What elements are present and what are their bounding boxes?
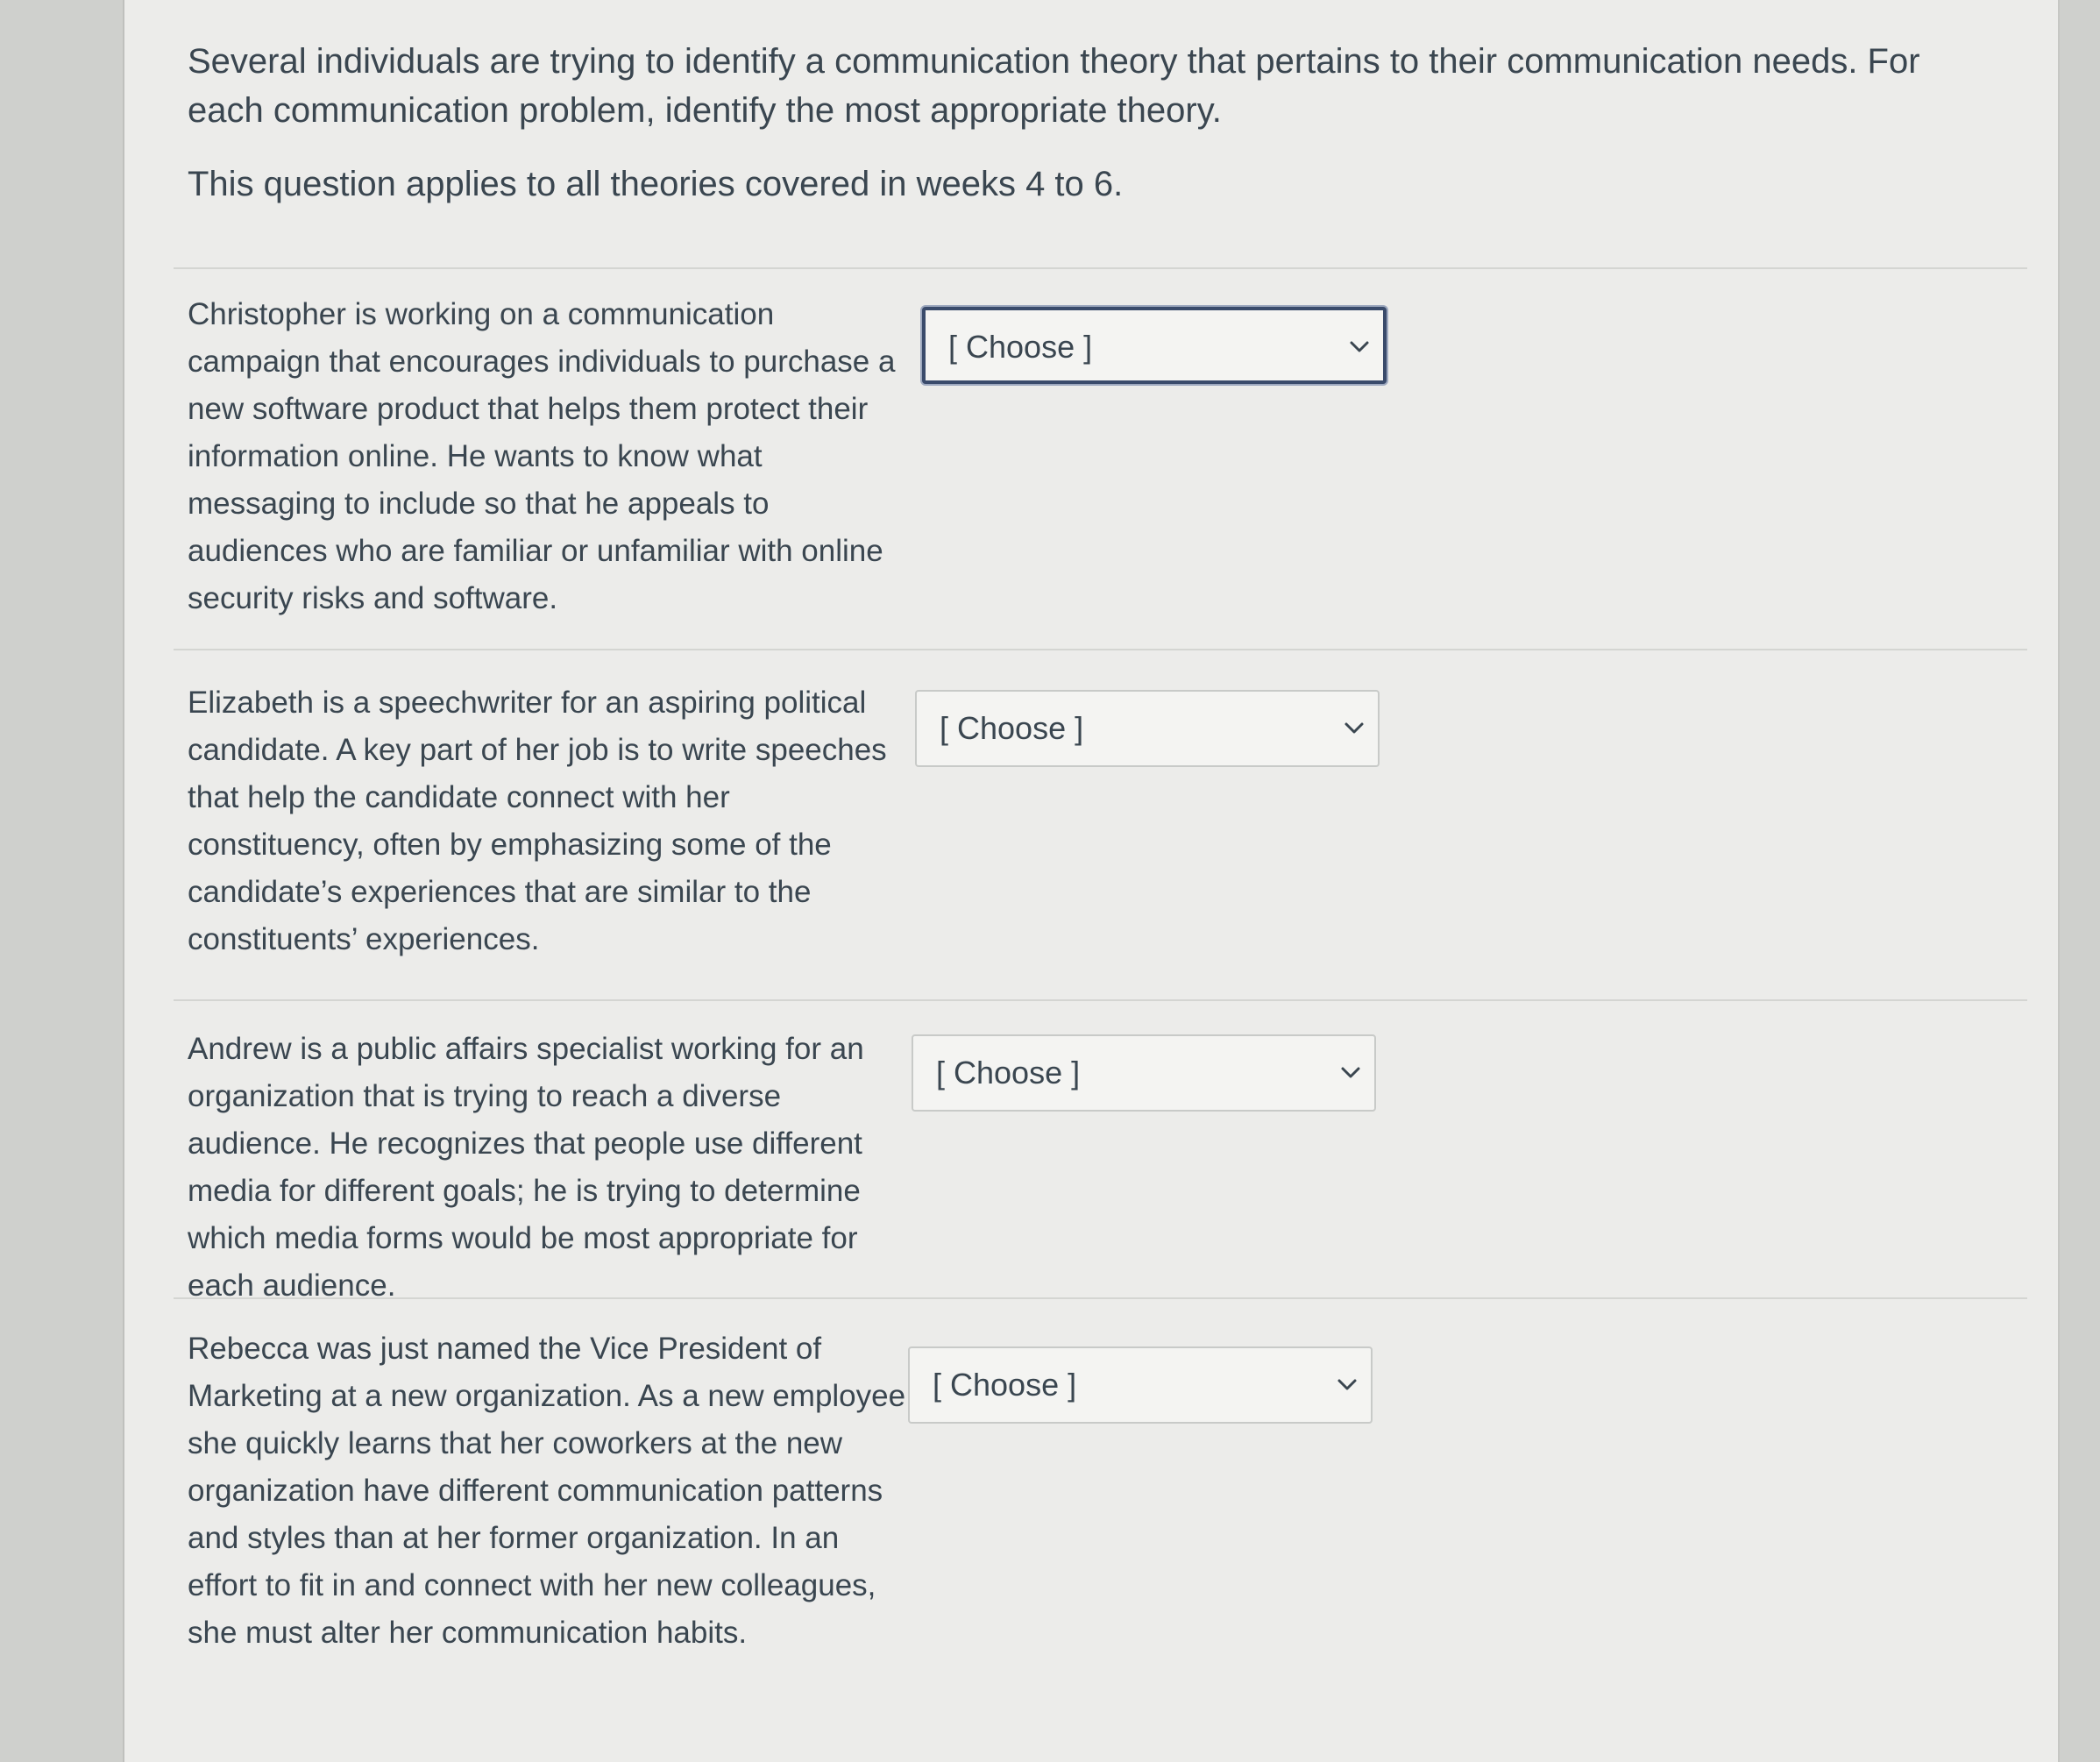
theory-select[interactable]: [ Choose ] <box>912 1034 1376 1112</box>
question-instructions: Several individuals are trying to identi… <box>188 37 1993 233</box>
scenario-text: Elizabeth is a speechwriter for an aspir… <box>188 686 887 956</box>
divider <box>174 267 2027 269</box>
chevron-down-icon <box>1344 722 1364 734</box>
select-value: [ Choose ] <box>940 710 1084 746</box>
scenario-text: Andrew is a public affairs specialist wo… <box>188 1032 864 1303</box>
select-value: [ Choose ] <box>948 329 1093 365</box>
instructions-scope-text: This question applies to all theories co… <box>188 165 1124 203</box>
select-value: [ Choose ] <box>936 1055 1081 1091</box>
divider <box>174 999 2027 1001</box>
select-value: [ Choose ] <box>933 1367 1077 1403</box>
theory-select[interactable]: [ Choose ] <box>908 1346 1373 1424</box>
chevron-down-icon <box>1341 1067 1360 1078</box>
theory-select[interactable]: [ Choose ] <box>915 690 1380 767</box>
scenario-text: Christopher is working on a communicatio… <box>188 297 896 615</box>
instructions-text: Several individuals are trying to identi… <box>188 42 1920 130</box>
divider <box>174 1297 2027 1299</box>
quiz-panel: Several individuals are trying to identi… <box>123 0 2060 1762</box>
theory-select[interactable]: [ Choose ] <box>922 307 1387 384</box>
scenario-text: Rebecca was just named the Vice Presiden… <box>188 1332 914 1650</box>
chevron-down-icon <box>1337 1379 1357 1390</box>
chevron-down-icon <box>1350 341 1369 352</box>
divider <box>174 649 2027 650</box>
